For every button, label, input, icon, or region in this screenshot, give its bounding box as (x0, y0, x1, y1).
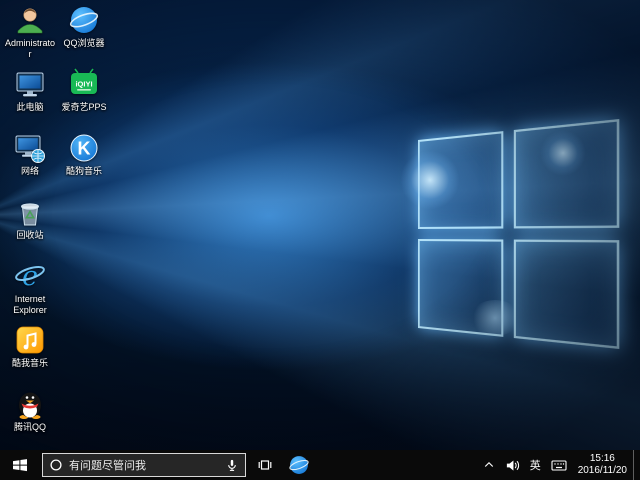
chevron-up-icon (483, 459, 495, 471)
desktop-icon-label: 此电脑 (16, 102, 43, 113)
clock[interactable]: 15:16 2016/11/20 (572, 450, 633, 480)
desktop-wallpaper: Administrator 此电脑 (0, 0, 640, 450)
clock-date: 2016/11/20 (578, 465, 627, 477)
svg-text:iQIYI: iQIYI (75, 80, 92, 89)
svg-text:K: K (78, 139, 91, 159)
speaker-icon (505, 458, 520, 473)
user-folder-icon (14, 4, 46, 36)
microphone-icon[interactable] (225, 458, 239, 473)
taskbar-search-box[interactable]: 有问题尽管问我 (42, 453, 246, 477)
task-view-button[interactable] (248, 450, 282, 480)
internet-explorer-icon: e (14, 260, 46, 292)
desktop-icon-label: 回收站 (16, 230, 43, 241)
qq-browser-icon (288, 454, 310, 476)
touch-keyboard-button[interactable] (546, 450, 572, 480)
desktop-icon-label: 腾讯QQ (14, 422, 46, 433)
cortana-icon (49, 458, 63, 472)
kuwo-music-icon (14, 324, 46, 356)
language-indicator[interactable]: 英 (525, 450, 546, 480)
desktop-icon-this-pc[interactable]: 此电脑 (4, 68, 56, 132)
start-button[interactable] (0, 450, 40, 480)
volume-button[interactable] (500, 450, 525, 480)
desktop-icon-recycle-bin[interactable]: 回收站 (4, 196, 56, 260)
desktop-icon-kugou-music[interactable]: K 酷狗音乐 (58, 132, 110, 196)
system-tray: 英 15:16 2016/11/20 (478, 450, 640, 480)
qq-penguin-icon (14, 388, 46, 420)
computer-icon (14, 68, 46, 100)
desktop-icon-kuwo-music[interactable]: 酷我音乐 (4, 324, 56, 388)
desktop-icon-tencent-qq[interactable]: 腾讯QQ (4, 388, 56, 450)
desktop-icon-label: 酷我音乐 (12, 358, 48, 369)
desktop-icon-qq-browser[interactable]: QQ浏览器 (58, 4, 110, 68)
desktop-icon-label: 网络 (21, 166, 39, 177)
desktop-icon-label: Administrator (4, 38, 56, 60)
desktop-icon-internet-explorer[interactable]: e Internet Explorer (4, 260, 56, 324)
search-placeholder: 有问题尽管问我 (69, 457, 219, 473)
desktop-icon-network[interactable]: 网络 (4, 132, 56, 196)
iqiyi-pps-icon: iQIYI (68, 68, 100, 100)
desktop-icon-label: QQ浏览器 (63, 38, 104, 49)
windows-start-icon (12, 457, 28, 473)
touch-keyboard-icon (551, 457, 567, 473)
desktop-icon-grid: Administrator 此电脑 (4, 4, 110, 450)
desktop-icon-administrator[interactable]: Administrator (4, 4, 56, 68)
kugou-music-icon: K (68, 132, 100, 164)
recycle-bin-icon (14, 196, 46, 228)
desktop-icon-iqiyi-pps[interactable]: iQIYI 爱奇艺PPS (58, 68, 110, 132)
desktop-icon-label: 爱奇艺PPS (61, 102, 106, 113)
task-view-icon (257, 457, 273, 473)
taskbar-app-qq-browser[interactable] (282, 450, 316, 480)
show-desktop-button[interactable] (633, 450, 640, 480)
qq-browser-icon (68, 4, 100, 36)
desktop-icon-label: 酷狗音乐 (66, 166, 102, 177)
taskbar: 有问题尽管问我 (0, 450, 640, 480)
network-icon (14, 132, 46, 164)
desktop-icon-label: Internet Explorer (4, 294, 56, 316)
hidden-icons-button[interactable] (478, 450, 500, 480)
clock-time: 15:16 (578, 453, 627, 465)
